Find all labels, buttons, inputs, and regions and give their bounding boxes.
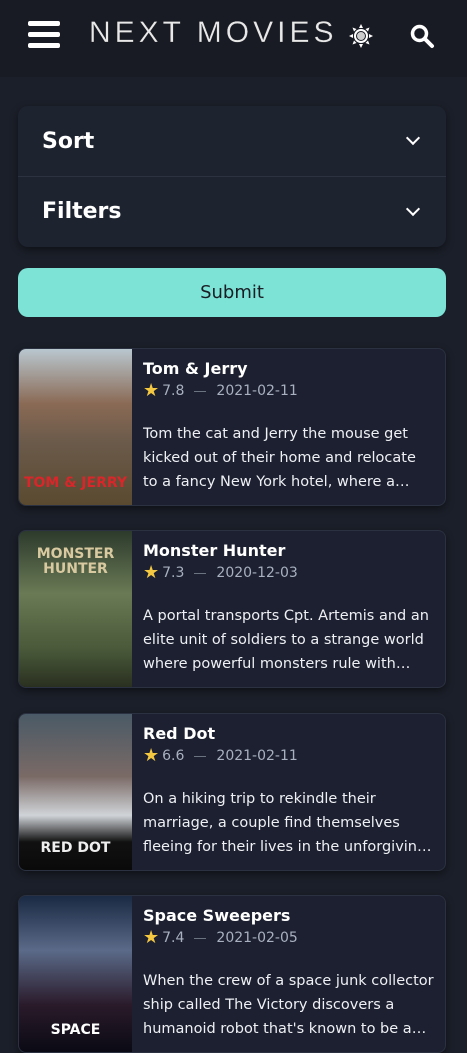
star-icon: ★: [143, 380, 160, 401]
search-icon[interactable]: [409, 23, 435, 49]
release-date: 2021-02-11: [216, 748, 298, 764]
movie-rating: 7.3: [162, 565, 185, 581]
app-header: NEXT MOVIES: [0, 0, 467, 77]
separator: [194, 390, 207, 392]
sort-accordion-toggle[interactable]: Sort: [18, 106, 446, 176]
sort-filter-accordion: Sort Filters: [18, 106, 446, 247]
theme-toggle-sun-icon[interactable]: [349, 24, 373, 48]
star-icon: ★: [143, 562, 160, 583]
poster-logo-text: SPACE: [50, 1022, 101, 1039]
chevron-down-icon: [405, 130, 421, 146]
movie-poster: MONSTER HUNTER: [19, 531, 132, 687]
submit-button[interactable]: Submit: [18, 268, 446, 317]
movie-overview: Tom the cat and Jerry the mouse get kick…: [143, 426, 416, 490]
movie-poster: TOM & JERRY: [19, 349, 132, 505]
separator: [194, 572, 207, 574]
separator: [194, 937, 207, 939]
star-icon: ★: [143, 927, 160, 948]
release-date: 2021-02-11: [216, 383, 298, 399]
movie-rating: 7.4: [162, 930, 185, 946]
movie-poster: RED DOT: [19, 714, 132, 870]
hamburger-menu-icon[interactable]: [28, 21, 60, 48]
release-date: 2021-02-05: [216, 930, 298, 946]
filters-accordion-toggle[interactable]: Filters: [18, 176, 446, 246]
movie-poster: SPACE: [19, 896, 132, 1052]
movie-rating: 7.8: [162, 383, 185, 399]
movie-card[interactable]: SPACE Space Sweepers ★ 7.4 2021-02-05 When…: [18, 895, 446, 1053]
poster-logo-text: RED DOT: [40, 840, 111, 857]
movie-title: Monster Hunter: [143, 541, 286, 560]
movie-overview: When the crew of a space junk collector …: [143, 973, 434, 1037]
movie-title: Tom & Jerry: [143, 359, 248, 378]
poster-logo-text: MONSTER HUNTER: [36, 546, 115, 577]
movie-title: Space Sweepers: [143, 906, 291, 925]
app-logo[interactable]: NEXT MOVIES: [89, 16, 338, 50]
movie-rating: 6.6: [162, 748, 185, 764]
movie-overview: On a hiking trip to rekindle their marri…: [143, 791, 427, 855]
poster-logo-text: TOM & JERRY: [23, 475, 128, 492]
movie-card[interactable]: MONSTER HUNTER Monster Hunter ★ 7.3 2020-1…: [18, 530, 446, 688]
movie-title: Red Dot: [143, 724, 216, 743]
movie-card[interactable]: RED DOT Red Dot ★ 6.6 2021-02-11 On a hiki…: [18, 713, 446, 871]
star-icon: ★: [143, 745, 160, 766]
movie-card[interactable]: TOM & JERRY Tom & Jerry ★ 7.8 2021-02-11 T…: [18, 348, 446, 506]
release-date: 2020-12-03: [216, 565, 298, 581]
chevron-down-icon: [405, 201, 421, 216]
separator: [194, 755, 207, 757]
movie-overview: A portal transports Cpt. Artemis and an …: [143, 608, 429, 672]
sort-label: Sort: [42, 128, 95, 154]
filters-label: Filters: [42, 199, 122, 224]
